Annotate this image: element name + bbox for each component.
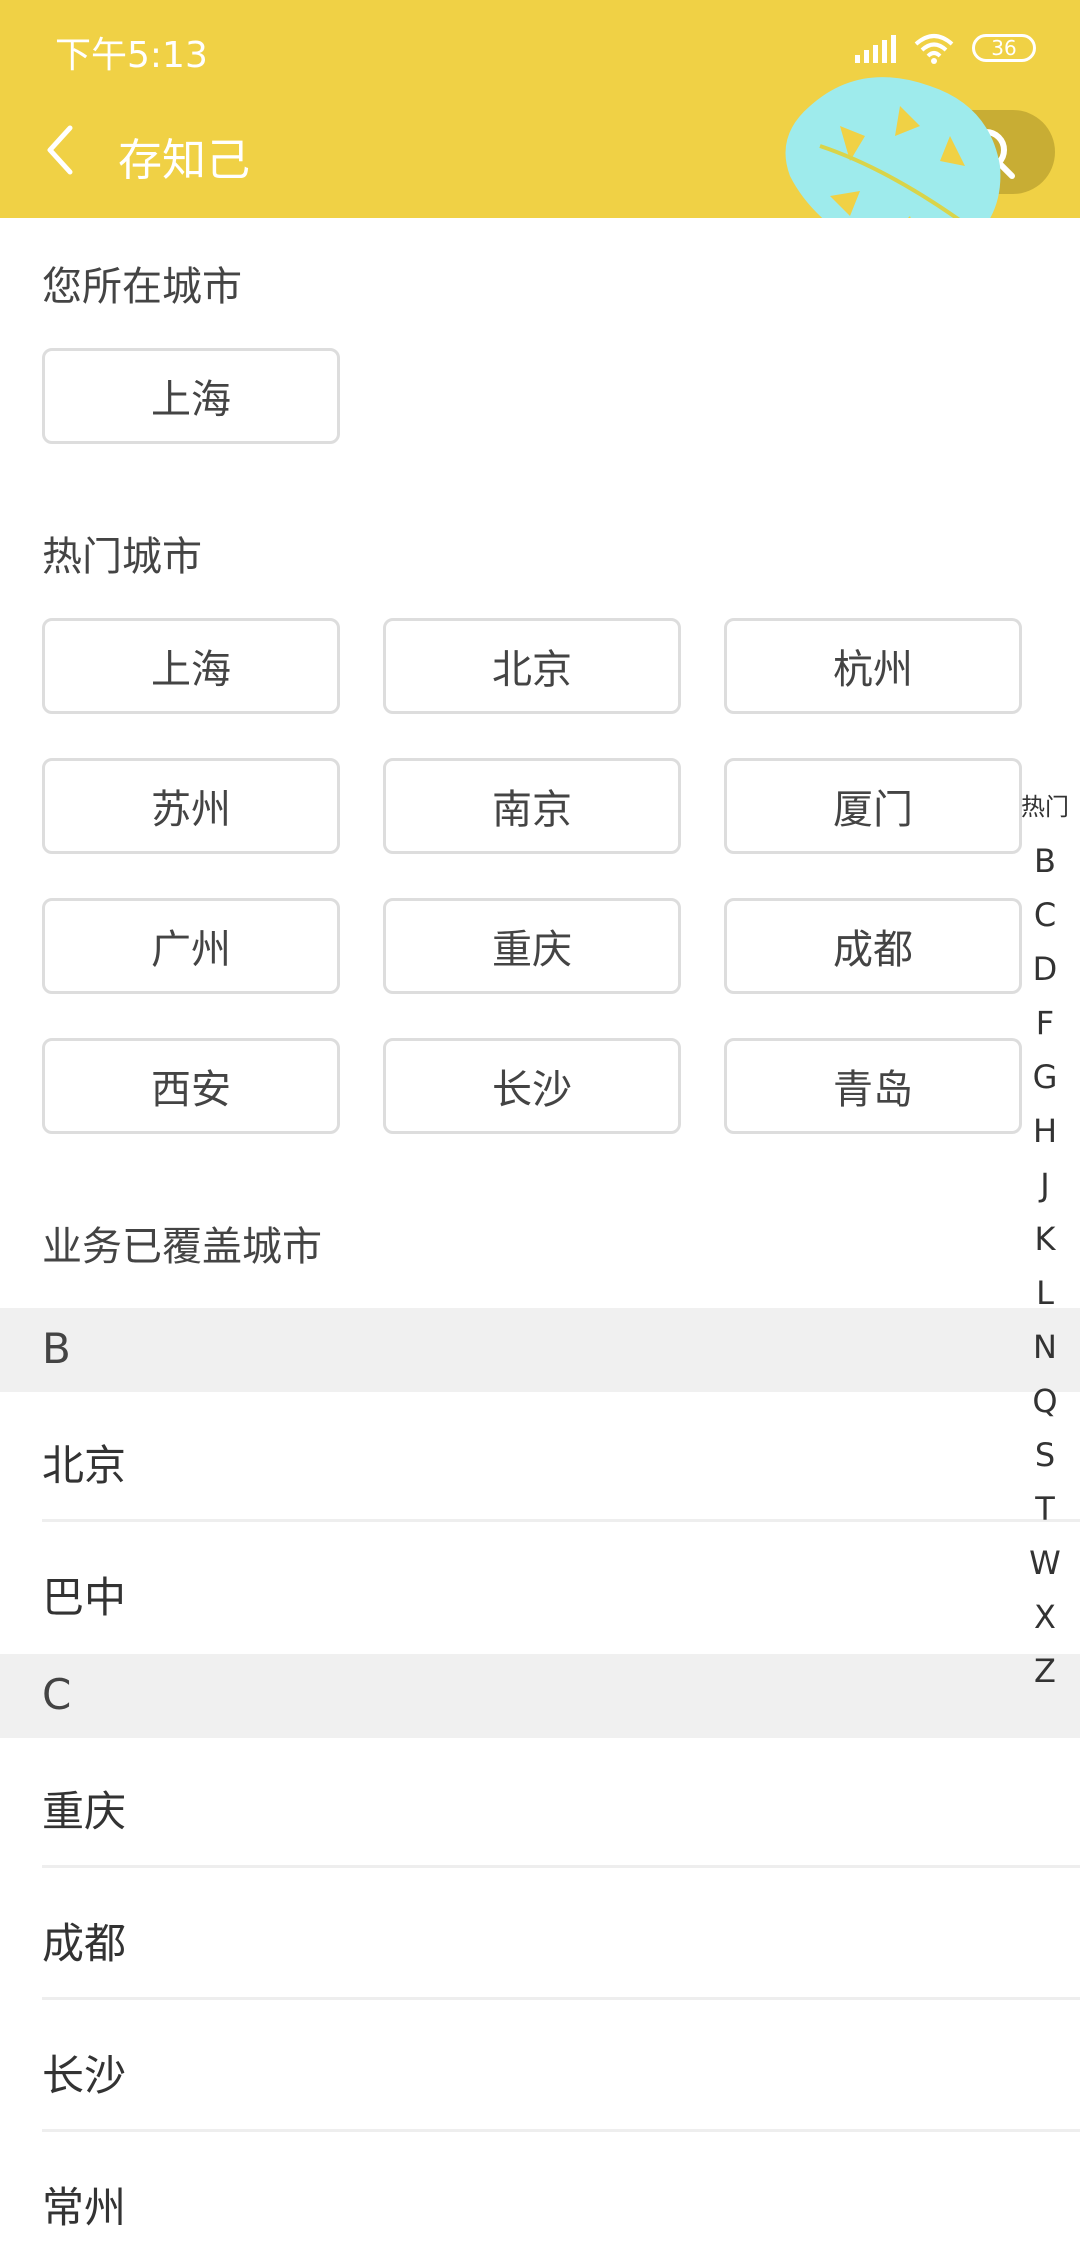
leaf-decoration-icon bbox=[785, 77, 1001, 218]
group-letter: B bbox=[42, 1324, 71, 1373]
city-name: 成都 bbox=[42, 1919, 127, 1968]
index-letter[interactable]: N bbox=[1010, 1320, 1080, 1374]
index-letter[interactable]: X bbox=[1010, 1590, 1080, 1644]
hot-city-button[interactable]: 杭州 bbox=[724, 618, 1022, 714]
wifi-icon bbox=[914, 34, 954, 64]
list-item[interactable]: 常州 bbox=[42, 2134, 1080, 2248]
hot-city-button[interactable]: 青岛 bbox=[724, 1038, 1022, 1134]
battery-icon: 36 bbox=[972, 34, 1036, 62]
signal-icon bbox=[855, 33, 896, 63]
hot-city-button[interactable]: 重庆 bbox=[383, 898, 681, 994]
city-name: 北京 bbox=[42, 1441, 127, 1490]
index-letter[interactable]: W bbox=[1010, 1536, 1080, 1590]
city-name: 长沙 bbox=[42, 2051, 127, 2100]
index-letter[interactable]: G bbox=[1010, 1050, 1080, 1104]
city-name: 常州 bbox=[42, 2183, 127, 2232]
alphabet-index-bar[interactable]: 热门 B C D F G H J K L N Q S T W X Z bbox=[1010, 780, 1080, 1698]
index-letter[interactable]: B bbox=[1010, 834, 1080, 888]
hot-city-button[interactable]: 苏州 bbox=[42, 758, 340, 854]
index-letter[interactable]: F bbox=[1010, 996, 1080, 1050]
group-header-c: C bbox=[0, 1654, 1080, 1738]
group-header-b: B bbox=[0, 1308, 1080, 1392]
city-name: 重庆 bbox=[42, 1787, 127, 1836]
status-time: 下午5:13 bbox=[55, 35, 208, 76]
list-item[interactable]: 长沙 bbox=[42, 2002, 1080, 2132]
back-arrow-icon[interactable] bbox=[40, 120, 80, 180]
index-letter-hot[interactable]: 热门 bbox=[1010, 780, 1080, 834]
hot-city-button[interactable]: 广州 bbox=[42, 898, 340, 994]
city-name: 巴中 bbox=[42, 1573, 127, 1622]
app-header: 下午5:13 36 存知己 bbox=[0, 0, 1080, 218]
current-city-title: 您所在城市 bbox=[42, 264, 242, 310]
hot-city-button[interactable]: 成都 bbox=[724, 898, 1022, 994]
list-item[interactable]: 巴中 bbox=[42, 1524, 1080, 1654]
hot-city-button[interactable]: 南京 bbox=[383, 758, 681, 854]
hot-city-button[interactable]: 北京 bbox=[383, 618, 681, 714]
list-item[interactable]: 重庆 bbox=[42, 1738, 1080, 1868]
index-letter[interactable]: K bbox=[1010, 1212, 1080, 1266]
hot-city-button[interactable]: 长沙 bbox=[383, 1038, 681, 1134]
hot-cities-title: 热门城市 bbox=[42, 534, 202, 580]
hot-city-button[interactable]: 上海 bbox=[42, 618, 340, 714]
index-letter[interactable]: J bbox=[1010, 1158, 1080, 1212]
index-letter[interactable]: C bbox=[1010, 888, 1080, 942]
index-letter[interactable]: Q bbox=[1010, 1374, 1080, 1428]
index-letter[interactable]: Z bbox=[1010, 1644, 1080, 1698]
covered-cities-title: 业务已覆盖城市 bbox=[42, 1224, 322, 1270]
index-letter[interactable]: H bbox=[1010, 1104, 1080, 1158]
hot-city-button[interactable]: 厦门 bbox=[724, 758, 1022, 854]
list-item[interactable]: 成都 bbox=[42, 1870, 1080, 2000]
list-item[interactable]: 北京 bbox=[42, 1392, 1080, 1522]
index-letter[interactable]: T bbox=[1010, 1482, 1080, 1536]
index-letter[interactable]: L bbox=[1010, 1266, 1080, 1320]
index-letter[interactable]: S bbox=[1010, 1428, 1080, 1482]
index-letter[interactable]: D bbox=[1010, 942, 1080, 996]
current-city-button[interactable]: 上海 bbox=[42, 348, 340, 444]
hot-city-button[interactable]: 西安 bbox=[42, 1038, 340, 1134]
page-title: 存知己 bbox=[118, 135, 250, 186]
group-letter: C bbox=[42, 1670, 72, 1719]
status-icons: 36 bbox=[855, 28, 1036, 68]
